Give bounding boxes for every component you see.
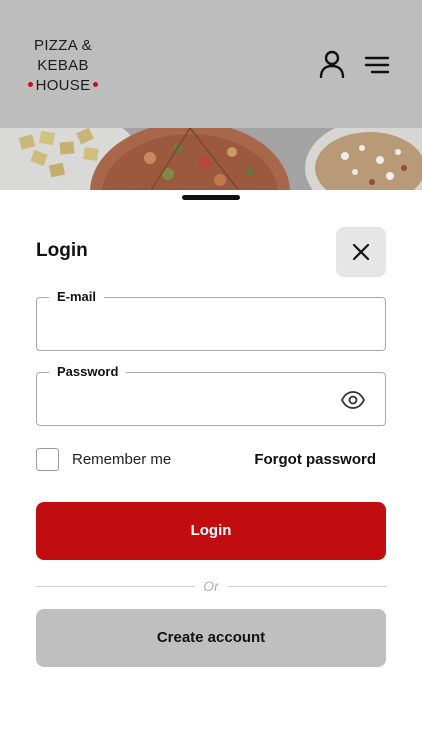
logo-dot-left — [27, 81, 33, 87]
password-label: Password — [49, 364, 127, 379]
email-label: E-mail — [49, 289, 105, 304]
logo-dot-right — [93, 81, 99, 87]
login-button[interactable]: Login — [36, 502, 386, 560]
logo-line-1: PIZZA & — [34, 37, 92, 54]
hero-food-image — [0, 128, 422, 192]
sheet-drag-handle[interactable] — [182, 195, 240, 200]
logo-line-3-text: HOUSE — [35, 77, 91, 94]
email-field[interactable]: E-mail — [36, 289, 386, 351]
password-input[interactable] — [51, 387, 331, 413]
divider-right — [228, 586, 386, 587]
email-input[interactable] — [51, 312, 331, 338]
logo-line-3: HOUSE — [22, 76, 104, 96]
eye-icon[interactable] — [340, 391, 366, 409]
create-account-button[interactable]: Create account — [36, 609, 386, 667]
password-field[interactable]: Password — [36, 364, 386, 426]
menu-icon[interactable] — [364, 54, 390, 76]
divider-left — [36, 586, 194, 587]
login-title: Login — [36, 240, 88, 261]
app-header: PIZZA & KEBAB HOUSE — [0, 0, 422, 128]
remember-me-label[interactable]: Remember me — [72, 451, 171, 468]
forgot-password-link[interactable]: Forgot password — [254, 451, 376, 468]
remember-me-checkbox[interactable] — [36, 448, 59, 471]
close-button[interactable] — [336, 227, 386, 277]
close-icon — [352, 243, 370, 261]
brand-logo[interactable]: PIZZA & KEBAB HOUSE — [22, 36, 104, 96]
user-icon[interactable] — [318, 50, 346, 79]
divider-or-label: Or — [203, 578, 219, 594]
logo-line-2: KEBAB — [37, 57, 89, 74]
